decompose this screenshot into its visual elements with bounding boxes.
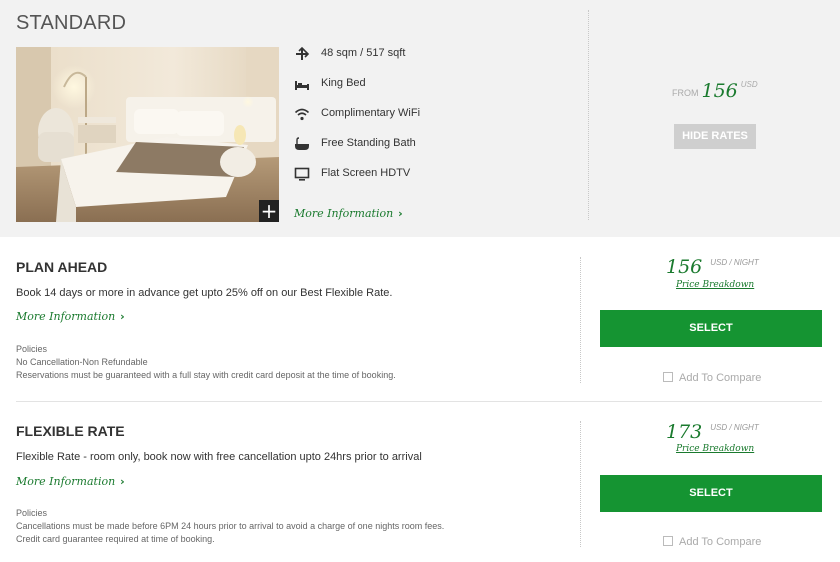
policies-label: Policies — [16, 508, 48, 518]
rate-flexible: FLEXIBLE RATE Flexible Rate - room only,… — [0, 401, 840, 562]
add-to-compare-checkbox[interactable]: Add To Compare — [663, 368, 761, 386]
hide-rates-button[interactable]: HIDE RATES — [674, 124, 756, 149]
room-photo[interactable] — [16, 47, 279, 222]
size-arrows-icon — [296, 46, 310, 60]
checkbox-icon[interactable] — [663, 536, 673, 546]
price-breakdown-link[interactable]: Price Breakdown — [676, 280, 754, 290]
amenity-label: Flat Screen HDTV — [321, 167, 411, 179]
select-button[interactable]: SELECT — [600, 310, 822, 347]
expand-photo-icon[interactable]: + — [259, 200, 279, 222]
amenity-label: King Bed — [321, 77, 366, 89]
night-price: 173 USD / NIGHT — [666, 421, 840, 443]
rate-plan-ahead: PLAN AHEAD Book 14 days or more in advan… — [0, 237, 840, 402]
night-price-amount: 156 — [666, 256, 703, 278]
night-price-unit: USD / NIGHT — [710, 423, 759, 432]
room-card: STANDARD + 48 sqm / 517 sqft King Bed Co… — [0, 0, 840, 237]
rate-description: Flexible Rate - room only, book now with… — [16, 451, 422, 463]
amenity-label: Free Standing Bath — [321, 137, 416, 149]
more-info-label: More Information — [16, 475, 116, 488]
night-price: 156 USD / NIGHT — [666, 256, 840, 278]
from-price-currency: USD — [740, 80, 758, 89]
night-price-amount: 173 — [666, 421, 703, 443]
chevron-right-icon: › — [398, 207, 403, 220]
amenity-bath: Free Standing Bath — [294, 134, 514, 154]
more-info-label: More Information — [16, 310, 116, 323]
more-info-label: More Information — [294, 207, 394, 220]
night-price-unit: USD / NIGHT — [710, 258, 759, 267]
chevron-right-icon: › — [120, 310, 125, 323]
add-to-compare-checkbox[interactable]: Add To Compare — [663, 532, 761, 550]
wifi-icon — [294, 108, 310, 121]
bathtub-icon — [295, 137, 309, 150]
rate-title: PLAN AHEAD — [16, 259, 108, 275]
tv-icon — [294, 167, 310, 181]
amenity-wifi: Complimentary WiFi — [294, 104, 514, 124]
policy-line: Credit card guarantee required at time o… — [16, 534, 215, 544]
chevron-right-icon: › — [120, 475, 125, 488]
room-photo-image — [16, 47, 279, 222]
bed-icon — [295, 81, 309, 90]
from-price-amount: 156 — [701, 80, 738, 102]
add-to-compare-label: Add To Compare — [679, 372, 762, 384]
select-button[interactable]: SELECT — [600, 475, 822, 512]
rate-description: Book 14 days or more in advance get upto… — [16, 287, 393, 299]
policies-label: Policies — [16, 344, 48, 354]
amenity-bed: King Bed — [294, 74, 514, 94]
amenity-label: Complimentary WiFi — [321, 107, 421, 119]
checkbox-icon[interactable] — [663, 372, 673, 382]
from-price: FROM 156 USD — [672, 80, 758, 102]
policy-line: No Cancellation-Non Refundable — [16, 357, 148, 367]
price-breakdown-link[interactable]: Price Breakdown — [676, 444, 754, 454]
rate-more-info-link[interactable]: More Information › — [16, 475, 125, 488]
room-divider — [588, 10, 589, 220]
add-to-compare-label: Add To Compare — [679, 536, 762, 548]
policy-line: Reservations must be guaranteed with a f… — [16, 370, 396, 380]
rate-title: FLEXIBLE RATE — [16, 423, 125, 439]
room-more-info-link[interactable]: More Information › — [294, 207, 403, 220]
amenity-tv: Flat Screen HDTV — [294, 164, 514, 184]
amenity-label: 48 sqm / 517 sqft — [321, 47, 406, 59]
policy-line: Cancellations must be made before 6PM 24… — [16, 521, 445, 531]
rate-divider — [580, 421, 581, 547]
rate-divider — [580, 257, 581, 383]
room-title: STANDARD — [16, 12, 127, 34]
amenity-size: 48 sqm / 517 sqft — [294, 44, 514, 64]
from-label: FROM — [672, 88, 699, 98]
rate-more-info-link[interactable]: More Information › — [16, 310, 125, 323]
